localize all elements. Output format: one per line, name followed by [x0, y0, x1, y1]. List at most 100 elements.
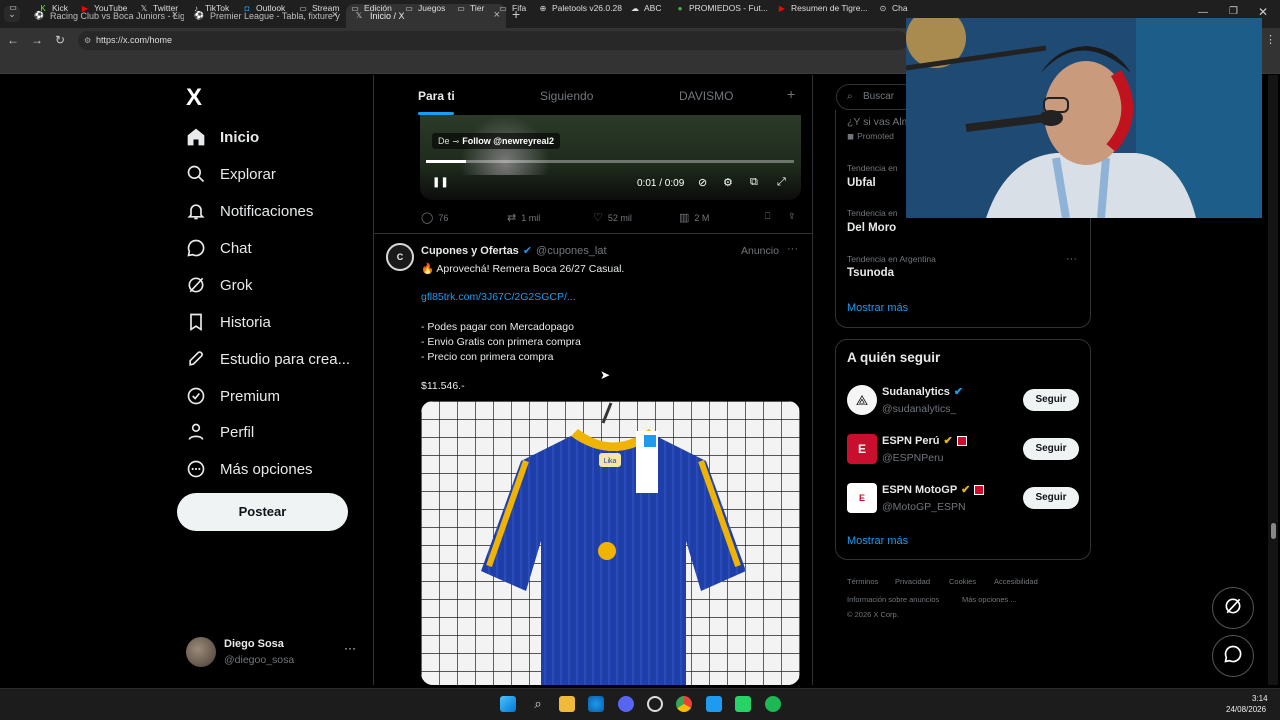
tab-davismo[interactable]: DAVISMO	[679, 89, 733, 103]
sidebar-item-perfil[interactable]: Perfil	[186, 422, 254, 442]
follow-button[interactable]: Seguir	[1023, 389, 1079, 411]
follow-account-name[interactable]: ESPN MotoGP ✔	[882, 483, 985, 496]
advertiser-avatar[interactable]: C	[386, 243, 414, 271]
show-more-trends-link[interactable]: Mostrar más	[847, 302, 908, 314]
avatar[interactable]: E	[847, 434, 877, 464]
sidebar-item-mas-opciones[interactable]: Más opciones	[186, 459, 313, 479]
bookmark-resumen-tigre[interactable]: ▶ Resumen de Tigre...	[777, 3, 868, 13]
more-icon[interactable]: ···	[787, 243, 798, 255]
back-arrow-icon[interactable]: ←	[7, 33, 19, 47]
forward-arrow-icon[interactable]: →	[31, 33, 43, 47]
follow-account-name[interactable]: Sudanalytics ✔	[882, 385, 963, 399]
tab-siguiendo[interactable]: Siguiendo	[540, 89, 593, 103]
reply-button[interactable]: ◯ 76	[421, 211, 448, 224]
footer-link[interactable]: Privacidad	[895, 577, 930, 586]
grok-fab-button[interactable]	[1212, 587, 1254, 629]
footer-link[interactable]: Términos	[847, 577, 878, 586]
search-icon[interactable]: ⌕	[530, 696, 546, 712]
address-bar[interactable]: ⚙ https://x.com/home	[78, 31, 908, 50]
fullscreen-icon[interactable]: ⤢	[777, 176, 786, 189]
reload-icon[interactable]: ↻	[55, 33, 65, 47]
bookmark-kick[interactable]: K Kick	[38, 3, 68, 13]
bookmark-folder-juegos[interactable]: ▭ Juegos	[404, 3, 445, 13]
trend-item[interactable]: Del Moro	[847, 222, 896, 234]
sidebar-item-grok[interactable]: Grok	[186, 275, 253, 295]
more-icon[interactable]: ···	[344, 641, 356, 655]
follow-button[interactable]: Seguir	[1023, 487, 1079, 509]
sidebar-item-chat[interactable]: Chat	[186, 238, 252, 258]
chrome-icon[interactable]	[676, 696, 692, 712]
bookmark-tiktok[interactable]: ♪ TikTok	[191, 3, 229, 13]
bookmark-folder-fifa[interactable]: ▭ Fifa	[498, 3, 526, 13]
more-circle-icon	[186, 459, 206, 479]
x-logo-icon[interactable]: X	[186, 84, 202, 112]
mute-icon[interactable]: ⊘	[698, 176, 707, 189]
minimize-window-icon[interactable]: —	[1198, 7, 1208, 18]
sidebar-item-premium[interactable]: Premium	[186, 386, 280, 406]
add-tab-button[interactable]: +	[787, 86, 795, 102]
bookmark-twitter[interactable]: 𝕏 Twitter	[139, 3, 178, 13]
spotify-icon[interactable]	[765, 696, 781, 712]
bookmark-abc[interactable]: ☁ ABC	[630, 3, 661, 13]
sidebar-item-estudio[interactable]: Estudio para crea...	[186, 349, 350, 369]
footer-link[interactable]: Más opciones ...	[962, 595, 1017, 604]
trend-item[interactable]: Ubfal	[847, 177, 876, 189]
account-switcher[interactable]: Diego Sosa @diegoo_sosa ···	[186, 635, 366, 671]
chat-fab-button[interactable]	[1212, 635, 1254, 677]
like-button[interactable]: ♡ 52 mil	[593, 211, 632, 224]
footer-link[interactable]: Información sobre anuncios	[847, 595, 939, 604]
sidebar-item-explorar[interactable]: Explorar	[186, 164, 276, 184]
scrollbar[interactable]	[1268, 75, 1278, 685]
video-player[interactable]: De ⊸ Follow @newreyreal2 ❚❚ 0:01 / 0:09 …	[420, 115, 801, 200]
search-input[interactable]: ⌕ Buscar	[836, 84, 916, 110]
edge-browser-icon[interactable]	[588, 696, 604, 712]
footer-link[interactable]: Cookies	[949, 577, 976, 586]
bookmark-folder-stream[interactable]: ▭ Stream	[298, 3, 339, 13]
promoted-trend[interactable]: ¿Y si vas Alm	[847, 116, 910, 128]
bookmark-post-icon[interactable]: ⎕	[765, 211, 770, 222]
bookmark-outlook[interactable]: ◘ Outlook	[242, 3, 286, 13]
post-button[interactable]: Postear	[177, 493, 348, 531]
footer-link[interactable]: Accesibilidad	[994, 577, 1038, 586]
post-image[interactable]: Lika	[421, 401, 800, 685]
start-icon[interactable]	[500, 696, 516, 712]
obs-icon[interactable]	[647, 696, 663, 712]
notepad-icon[interactable]	[706, 696, 722, 712]
trend-item[interactable]: Tsunoda	[847, 267, 894, 279]
bookmark-promiedos[interactable]: ● PROMIEDOS - Fut...	[675, 3, 768, 13]
video-overlay-badge[interactable]: De ⊸ Follow @newreyreal2	[432, 133, 561, 149]
views-button[interactable]: ▥ 2 M	[679, 211, 709, 224]
follow-button[interactable]: Seguir	[1023, 438, 1079, 460]
restore-window-icon[interactable]: ❐	[1229, 6, 1238, 17]
close-window-icon[interactable]: ✕	[1258, 5, 1268, 19]
show-more-follow-link[interactable]: Mostrar más	[847, 535, 908, 547]
bookmark-folder-tier[interactable]: ▭ Tier	[456, 3, 484, 13]
picture-in-picture-icon[interactable]: ⧉	[750, 176, 758, 189]
avatar[interactable]: E	[847, 483, 877, 513]
share-icon[interactable]: ⇪	[788, 211, 796, 222]
sidebar-item-notificaciones[interactable]: Notificaciones	[186, 201, 313, 221]
scrollbar-thumb[interactable]	[1271, 523, 1276, 539]
video-progress-track[interactable]	[426, 160, 794, 163]
pause-icon[interactable]: ❚❚	[432, 177, 449, 188]
bookmark-folder-edicion[interactable]: ▭ Edición	[350, 3, 392, 13]
settings-icon[interactable]: ⚙	[723, 176, 733, 189]
sidebar-item-inicio[interactable]: Inicio	[186, 127, 259, 147]
sidebar-item-historia[interactable]: Historia	[186, 312, 271, 332]
ad-author[interactable]: Cupones y Ofertas ✔ @cupones_lat	[421, 244, 607, 258]
whatsapp-icon[interactable]	[735, 696, 751, 712]
repost-button[interactable]: ⇄ 1 mil	[507, 211, 540, 224]
apps-icon[interactable]: ▭	[8, 3, 22, 12]
browser-menu-icon[interactable]: ⋮	[1265, 33, 1276, 46]
follow-account-name[interactable]: ESPN Perú ✔	[882, 434, 967, 447]
more-icon[interactable]: ···	[1066, 253, 1077, 265]
site-info-icon[interactable]: ⚙	[84, 31, 91, 50]
file-explorer-icon[interactable]	[559, 696, 575, 712]
bookmark-paletools[interactable]: ⊕ Paletools v26.0.28	[538, 3, 622, 13]
post-link[interactable]: gfl85trk.com/3J67C/2G2SGCP/...	[421, 291, 576, 303]
tab-para-ti[interactable]: Para ti	[418, 89, 455, 103]
avatar[interactable]: ⟁	[847, 385, 877, 415]
bookmark-youtube[interactable]: ▶ YouTube	[80, 3, 127, 13]
discord-icon[interactable]	[618, 696, 634, 712]
bookmark-chat[interactable]: ⊙ Cha	[878, 3, 908, 13]
